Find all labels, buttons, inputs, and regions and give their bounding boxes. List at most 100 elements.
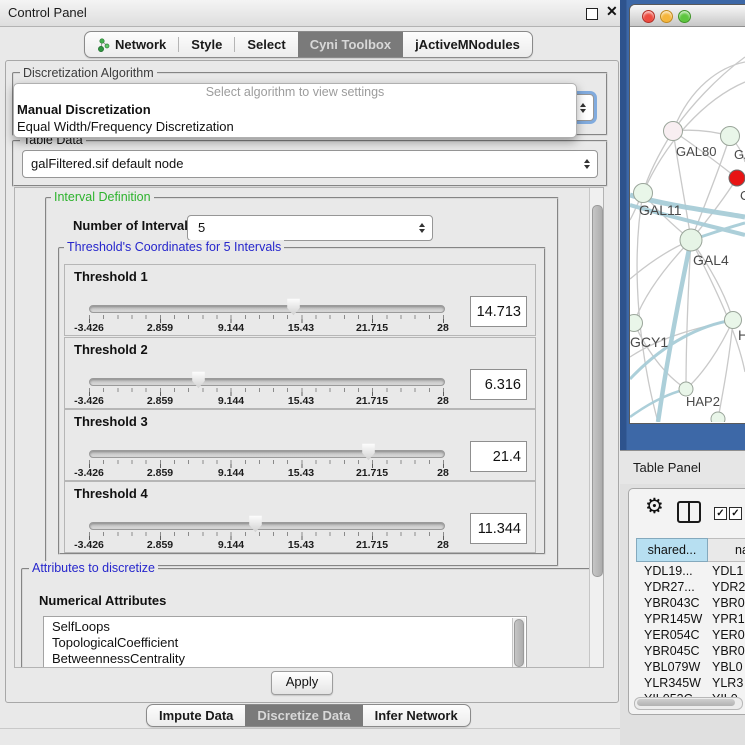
threshold-1-slider-thumb[interactable] (286, 298, 301, 316)
threshold-4-slider-track[interactable] (89, 522, 445, 530)
apply-button[interactable]: Apply (271, 671, 333, 695)
number-of-intervals-combobox[interactable]: 5 (187, 215, 433, 241)
node-label-gal11: GAL11 (639, 202, 682, 218)
list-item[interactable]: TopologicalCoefficient (44, 635, 526, 651)
tick-marks (89, 315, 444, 319)
split-columns-icon[interactable] (677, 501, 701, 523)
mac-zoom-icon[interactable] (678, 10, 691, 23)
table-panel-titlebar: Table Panel (620, 450, 745, 486)
table-cell[interactable]: YDR27... (636, 579, 708, 595)
threshold-4-value-field[interactable]: 11.344 (470, 513, 527, 544)
scale-label: 9.144 (218, 322, 244, 334)
table-cell[interactable]: YBL079W (636, 659, 708, 675)
threshold-1-slider-track[interactable] (89, 305, 445, 313)
network-node-gal80[interactable] (664, 122, 683, 141)
checkbox-icon[interactable]: ✓ (729, 507, 742, 520)
table-cell[interactable]: YDL1 (708, 563, 745, 579)
table-cell[interactable]: YBR0 (708, 595, 745, 611)
column-header-shared-name[interactable]: shared... (636, 538, 708, 562)
float-window-icon[interactable] (586, 8, 598, 20)
network-node-gal11[interactable] (634, 184, 653, 203)
table-horizontal-scrollbar-thumb[interactable] (637, 699, 735, 706)
number-of-intervals-value: 5 (198, 216, 205, 240)
network-node-selected-red[interactable] (729, 170, 745, 186)
table-cell[interactable]: YER054C (636, 627, 708, 643)
table-cell[interactable]: YBR045C (636, 643, 708, 659)
network-tree-icon (97, 38, 110, 52)
checkbox-icon[interactable]: ✓ (714, 507, 727, 520)
list-scrollbar[interactable] (512, 618, 525, 668)
threshold-3-slider-thumb[interactable] (361, 443, 376, 461)
close-icon[interactable]: ✕ (606, 3, 618, 20)
network-node[interactable] (711, 412, 725, 422)
tick-marks (89, 460, 444, 464)
scale-label: 9.144 (218, 539, 244, 551)
table-cell[interactable]: YPR145W (636, 611, 708, 627)
table-cell[interactable]: YBL0 (708, 659, 745, 675)
threshold-2-value-field[interactable]: 6.316 (470, 369, 527, 400)
list-item[interactable]: BetweennessCentrality (44, 651, 526, 667)
tab-infer-network[interactable]: Infer Network (363, 705, 470, 726)
table-data-value: galFiltered.sif default node (31, 151, 183, 177)
table-cell[interactable]: YLR3 (708, 675, 745, 691)
threshold-4-slider-thumb[interactable] (248, 515, 263, 533)
table-panel-title: Table Panel (633, 451, 701, 484)
list-item[interactable]: SelfLoops (44, 619, 526, 635)
window-bottom-divider (0, 728, 620, 729)
network-node-gal4[interactable] (680, 229, 702, 251)
table-cell[interactable]: YER0 (708, 627, 745, 643)
mac-close-icon[interactable] (642, 10, 655, 23)
network-window-titlebar[interactable] (630, 5, 745, 27)
numerical-attributes-list: SelfLoops TopologicalCoefficient Between… (43, 616, 527, 668)
tab-cyni-toolbox[interactable]: Cyni Toolbox (298, 32, 403, 57)
scale-label: 21.715 (356, 467, 388, 479)
network-canvas[interactable]: GAL80 GA C GAL11 GAL4 GCY1 H HAP2 (630, 27, 745, 422)
tab-jactivemnodules[interactable]: jActiveMNodules (403, 32, 532, 57)
threshold-3-value-field[interactable]: 21.4 (470, 441, 527, 472)
threshold-2-slider-thumb[interactable] (191, 371, 206, 389)
table-cell[interactable]: YBR0 (708, 643, 745, 659)
network-node[interactable] (721, 127, 740, 146)
tab-discretize-data[interactable]: Discretize Data (245, 705, 362, 726)
scale-label: 28 (437, 539, 449, 551)
network-node-gcy1[interactable] (630, 315, 643, 332)
table-cell[interactable]: YPR1 (708, 611, 745, 627)
window-title: Control Panel (8, 0, 87, 25)
threshold-1-panel: Threshold 1 -3.426 2.859 9.144 15.43 21.… (64, 264, 536, 336)
threshold-3-slider-track[interactable] (89, 450, 445, 458)
combo-arrows-icon (580, 103, 586, 113)
table-data-combobox[interactable]: galFiltered.sif default node (22, 150, 598, 178)
table-cell[interactable]: YDR2 (708, 579, 745, 595)
scale-label: -3.426 (74, 539, 104, 551)
threshold-2-slider-track[interactable] (89, 378, 445, 386)
scale-label: 9.144 (218, 467, 244, 479)
tab-select[interactable]: Select (235, 32, 297, 57)
gear-icon[interactable]: ⚙ (645, 496, 664, 516)
mac-minimize-icon[interactable] (660, 10, 673, 23)
scale-label: 28 (437, 467, 449, 479)
cyni-mode-tabs: Impute Data Discretize Data Infer Networ… (146, 704, 471, 727)
tab-style[interactable]: Style (179, 32, 234, 57)
tick-marks (89, 388, 444, 392)
dropdown-option-equal-width[interactable]: Equal Width/Frequency Discretization (14, 118, 576, 135)
scale-label: 28 (437, 395, 449, 407)
table-horizontal-scrollbar[interactable] (634, 697, 743, 710)
table-cell[interactable]: YDL19... (636, 563, 708, 579)
attributes-group-title: Attributes to discretize (29, 561, 158, 575)
table-cell[interactable]: YBR043C (636, 595, 708, 611)
scale-label: -3.426 (74, 322, 104, 334)
tab-impute-data[interactable]: Impute Data (147, 705, 245, 726)
combo-arrows-icon (419, 223, 425, 233)
settings-scrollbar[interactable] (589, 188, 604, 667)
table-cell[interactable]: YLR345W (636, 675, 708, 691)
list-scrollbar-thumb[interactable] (514, 619, 524, 667)
threshold-1-value-field[interactable]: 14.713 (470, 296, 527, 327)
scale-label: 2.859 (147, 539, 173, 551)
threshold-2-panel: Threshold 2 -3.426 2.859 9.144 15.43 21.… (64, 337, 536, 409)
tab-network[interactable]: Network (85, 32, 178, 57)
dropdown-option-manual[interactable]: Manual Discretization (14, 101, 576, 118)
column-header-name[interactable]: na (708, 538, 745, 562)
settings-scrollbar-thumb[interactable] (592, 205, 603, 577)
tab-network-label: Network (115, 37, 166, 52)
network-node[interactable] (725, 312, 742, 329)
